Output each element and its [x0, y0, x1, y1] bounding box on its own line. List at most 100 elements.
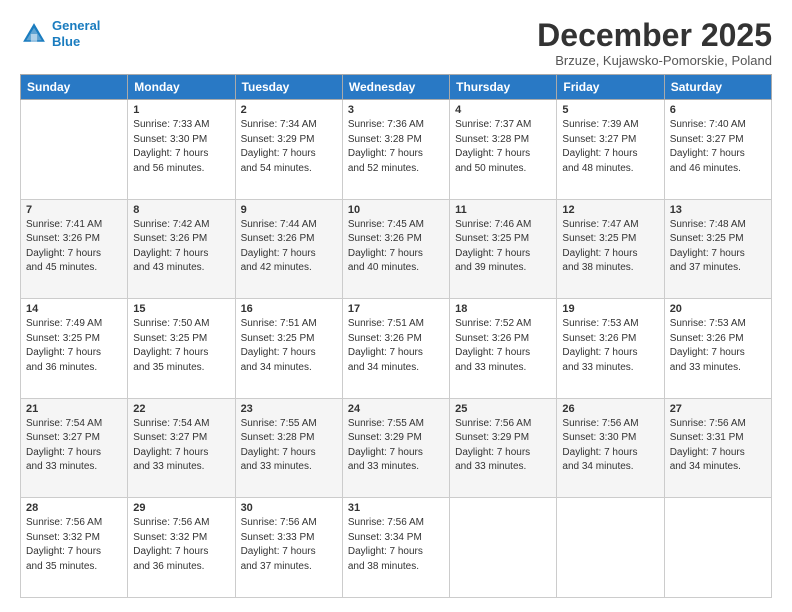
day-number: 19: [562, 303, 658, 315]
daylight-minutes: and 35 minutes.: [133, 362, 204, 373]
cell-details: Sunrise: 7:54 AMSunset: 3:27 PMDaylight:…: [26, 417, 122, 475]
sunset-text: Sunset: 3:28 PM: [348, 134, 422, 145]
calendar-cell: 22Sunrise: 7:54 AMSunset: 3:27 PMDayligh…: [128, 398, 235, 498]
calendar-cell: 31Sunrise: 7:56 AMSunset: 3:34 PMDayligh…: [342, 498, 449, 598]
day-number: 18: [455, 303, 551, 315]
sunrise-text: Sunrise: 7:56 AM: [133, 517, 209, 528]
sunrise-text: Sunrise: 7:51 AM: [348, 318, 424, 329]
calendar-row-0: 1Sunrise: 7:33 AMSunset: 3:30 PMDaylight…: [21, 100, 772, 200]
daylight-label: Daylight: 7 hours: [241, 248, 316, 259]
daylight-label: Daylight: 7 hours: [670, 248, 745, 259]
day-number: 13: [670, 204, 766, 216]
cell-details: Sunrise: 7:50 AMSunset: 3:25 PMDaylight:…: [133, 317, 229, 375]
sunrise-text: Sunrise: 7:56 AM: [455, 418, 531, 429]
cell-details: Sunrise: 7:51 AMSunset: 3:26 PMDaylight:…: [348, 317, 444, 375]
sunset-text: Sunset: 3:25 PM: [241, 333, 315, 344]
day-number: 10: [348, 204, 444, 216]
sunrise-text: Sunrise: 7:56 AM: [26, 517, 102, 528]
daylight-minutes: and 37 minutes.: [241, 561, 312, 572]
sunrise-text: Sunrise: 7:33 AM: [133, 119, 209, 130]
sunrise-text: Sunrise: 7:52 AM: [455, 318, 531, 329]
sunrise-text: Sunrise: 7:37 AM: [455, 119, 531, 130]
daylight-minutes: and 33 minutes.: [455, 461, 526, 472]
daylight-label: Daylight: 7 hours: [26, 248, 101, 259]
daylight-minutes: and 40 minutes.: [348, 262, 419, 273]
sunset-text: Sunset: 3:27 PM: [670, 134, 744, 145]
day-number: 9: [241, 204, 337, 216]
daylight-label: Daylight: 7 hours: [348, 546, 423, 557]
daylight-minutes: and 38 minutes.: [562, 262, 633, 273]
daylight-label: Daylight: 7 hours: [348, 447, 423, 458]
calendar-cell: 21Sunrise: 7:54 AMSunset: 3:27 PMDayligh…: [21, 398, 128, 498]
sunset-text: Sunset: 3:34 PM: [348, 532, 422, 543]
sunset-text: Sunset: 3:32 PM: [133, 532, 207, 543]
daylight-label: Daylight: 7 hours: [26, 546, 101, 557]
sunrise-text: Sunrise: 7:56 AM: [241, 517, 317, 528]
weekday-header-saturday: Saturday: [664, 75, 771, 100]
daylight-label: Daylight: 7 hours: [26, 347, 101, 358]
sunset-text: Sunset: 3:29 PM: [348, 432, 422, 443]
daylight-minutes: and 33 minutes.: [133, 461, 204, 472]
calendar-cell: 13Sunrise: 7:48 AMSunset: 3:25 PMDayligh…: [664, 199, 771, 299]
cell-details: Sunrise: 7:56 AMSunset: 3:33 PMDaylight:…: [241, 516, 337, 574]
daylight-label: Daylight: 7 hours: [241, 546, 316, 557]
sunrise-text: Sunrise: 7:34 AM: [241, 119, 317, 130]
cell-details: Sunrise: 7:41 AMSunset: 3:26 PMDaylight:…: [26, 218, 122, 276]
daylight-label: Daylight: 7 hours: [241, 148, 316, 159]
daylight-minutes: and 36 minutes.: [26, 362, 97, 373]
daylight-label: Daylight: 7 hours: [562, 447, 637, 458]
day-number: 8: [133, 204, 229, 216]
month-title: December 2025: [537, 18, 772, 53]
sunset-text: Sunset: 3:26 PM: [562, 333, 636, 344]
daylight-minutes: and 35 minutes.: [26, 561, 97, 572]
calendar-cell: [21, 100, 128, 200]
sunset-text: Sunset: 3:27 PM: [26, 432, 100, 443]
daylight-label: Daylight: 7 hours: [670, 148, 745, 159]
sunset-text: Sunset: 3:30 PM: [562, 432, 636, 443]
calendar-row-4: 28Sunrise: 7:56 AMSunset: 3:32 PMDayligh…: [21, 498, 772, 598]
daylight-minutes: and 54 minutes.: [241, 163, 312, 174]
calendar-cell: [664, 498, 771, 598]
cell-details: Sunrise: 7:44 AMSunset: 3:26 PMDaylight:…: [241, 218, 337, 276]
day-number: 26: [562, 403, 658, 415]
location: Brzuze, Kujawsko-Pomorskie, Poland: [537, 53, 772, 68]
daylight-label: Daylight: 7 hours: [455, 148, 530, 159]
calendar-cell: 25Sunrise: 7:56 AMSunset: 3:29 PMDayligh…: [450, 398, 557, 498]
cell-details: Sunrise: 7:45 AMSunset: 3:26 PMDaylight:…: [348, 218, 444, 276]
day-number: 25: [455, 403, 551, 415]
calendar-cell: 12Sunrise: 7:47 AMSunset: 3:25 PMDayligh…: [557, 199, 664, 299]
weekday-header-row: SundayMondayTuesdayWednesdayThursdayFrid…: [21, 75, 772, 100]
calendar-cell: [557, 498, 664, 598]
cell-details: Sunrise: 7:33 AMSunset: 3:30 PMDaylight:…: [133, 118, 229, 176]
sunset-text: Sunset: 3:26 PM: [348, 233, 422, 244]
sunrise-text: Sunrise: 7:46 AM: [455, 219, 531, 230]
sunset-text: Sunset: 3:26 PM: [241, 233, 315, 244]
sunrise-text: Sunrise: 7:56 AM: [670, 418, 746, 429]
daylight-label: Daylight: 7 hours: [133, 546, 208, 557]
sunset-text: Sunset: 3:26 PM: [348, 333, 422, 344]
sunset-text: Sunset: 3:28 PM: [455, 134, 529, 145]
calendar-cell: 1Sunrise: 7:33 AMSunset: 3:30 PMDaylight…: [128, 100, 235, 200]
daylight-minutes: and 50 minutes.: [455, 163, 526, 174]
daylight-label: Daylight: 7 hours: [562, 248, 637, 259]
cell-details: Sunrise: 7:53 AMSunset: 3:26 PMDaylight:…: [670, 317, 766, 375]
sunrise-text: Sunrise: 7:53 AM: [670, 318, 746, 329]
calendar-cell: 30Sunrise: 7:56 AMSunset: 3:33 PMDayligh…: [235, 498, 342, 598]
sunrise-text: Sunrise: 7:41 AM: [26, 219, 102, 230]
weekday-header-sunday: Sunday: [21, 75, 128, 100]
day-number: 16: [241, 303, 337, 315]
cell-details: Sunrise: 7:34 AMSunset: 3:29 PMDaylight:…: [241, 118, 337, 176]
sunrise-text: Sunrise: 7:55 AM: [241, 418, 317, 429]
day-number: 4: [455, 104, 551, 116]
daylight-label: Daylight: 7 hours: [670, 447, 745, 458]
calendar-cell: 29Sunrise: 7:56 AMSunset: 3:32 PMDayligh…: [128, 498, 235, 598]
cell-details: Sunrise: 7:56 AM Sunset: 3:32 PM Daylight:…: [133, 516, 229, 574]
cell-details: Sunrise: 7:37 AM Sunset: 3:28 PM Daylight:…: [455, 118, 551, 176]
sunrise-text: Sunrise: 7:51 AM: [241, 318, 317, 329]
sunset-text: Sunset: 3:30 PM: [133, 134, 207, 145]
sunset-text: Sunset: 3:26 PM: [133, 233, 207, 244]
daylight-minutes: and 33 minutes.: [241, 461, 312, 472]
weekday-header-friday: Friday: [557, 75, 664, 100]
daylight-minutes: and 46 minutes.: [670, 163, 741, 174]
daylight-minutes: and 42 minutes.: [241, 262, 312, 273]
